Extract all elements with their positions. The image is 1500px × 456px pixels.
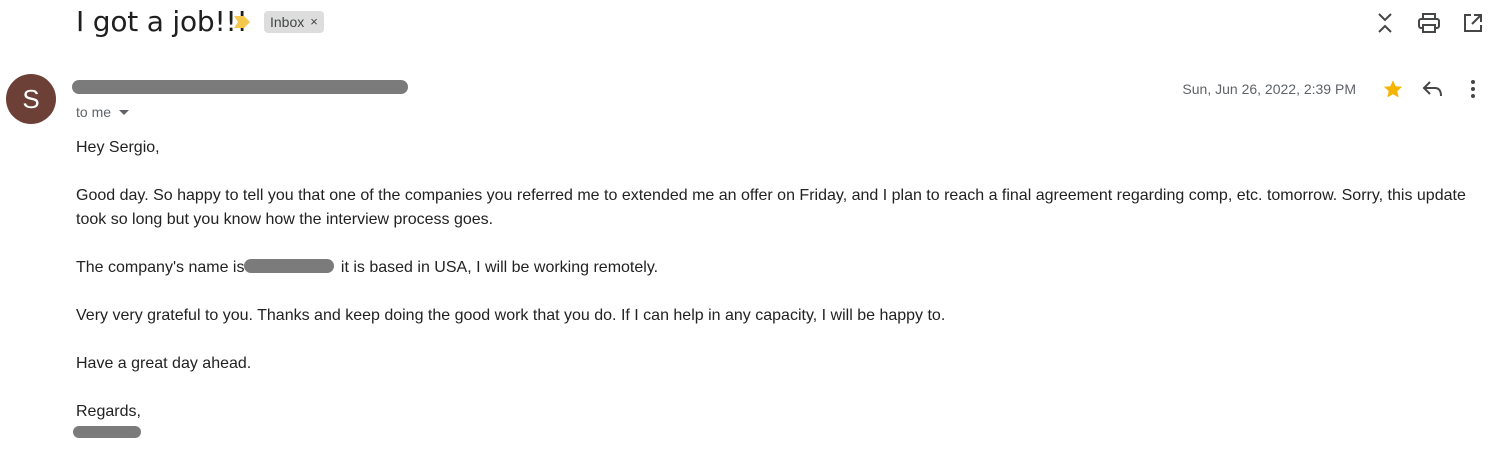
- label-text: Inbox: [270, 14, 305, 30]
- paragraph-thanks: Very very grateful to you. Thanks and ke…: [76, 307, 946, 324]
- email-subject: I got a job!!!: [76, 5, 248, 38]
- reply-button[interactable]: [1420, 76, 1446, 102]
- reply-icon: [1422, 81, 1442, 97]
- inbox-label-chip[interactable]: Inbox ×: [264, 11, 324, 33]
- signature-redacted: [73, 426, 141, 438]
- greeting: Hey Sergio,: [76, 139, 160, 156]
- more-vert-icon: [1471, 80, 1475, 98]
- recipients-text: to me: [76, 104, 112, 120]
- message-date: Sun, Jun 26, 2022, 2:39 PM: [1182, 81, 1356, 97]
- paragraph-company: The company's name is it is based in USA…: [76, 256, 1491, 280]
- print-all-button[interactable]: [1416, 10, 1442, 36]
- message-meta: Sun, Jun 26, 2022, 2:39 PM: [1182, 76, 1486, 102]
- signature: Regards,: [73, 400, 1491, 438]
- importance-marker-icon[interactable]: [233, 15, 251, 29]
- open-in-new-window-button[interactable]: [1460, 10, 1486, 36]
- print-icon: [1418, 13, 1440, 33]
- more-options-button[interactable]: [1460, 76, 1486, 102]
- paragraph-offer: Good day. So happy to tell you that one …: [76, 187, 1466, 228]
- recipients-details[interactable]: to me: [76, 102, 130, 122]
- star-button[interactable]: [1380, 76, 1406, 102]
- regards-text: Regards,: [76, 403, 141, 420]
- collapse-icon: [1378, 13, 1392, 33]
- sender-name-redacted: [72, 80, 408, 94]
- message-body: Hey Sergio, Good day. So happy to tell y…: [73, 136, 1491, 438]
- open-in-new-window-icon: [1464, 14, 1482, 32]
- chevron-down-icon[interactable]: [119, 109, 130, 115]
- star-icon: [1383, 80, 1403, 98]
- company-name-redacted: [244, 259, 335, 274]
- company-text-after: it is based in USA, I will be working re…: [336, 259, 659, 276]
- sender-avatar[interactable]: S: [6, 74, 56, 124]
- remove-label-button[interactable]: ×: [310, 11, 318, 33]
- thread-toolbar: [1372, 10, 1486, 36]
- collapse-all-button[interactable]: [1372, 10, 1398, 36]
- company-text-before: The company's name is: [76, 259, 245, 276]
- paragraph-closing-wish: Have a great day ahead.: [76, 355, 252, 372]
